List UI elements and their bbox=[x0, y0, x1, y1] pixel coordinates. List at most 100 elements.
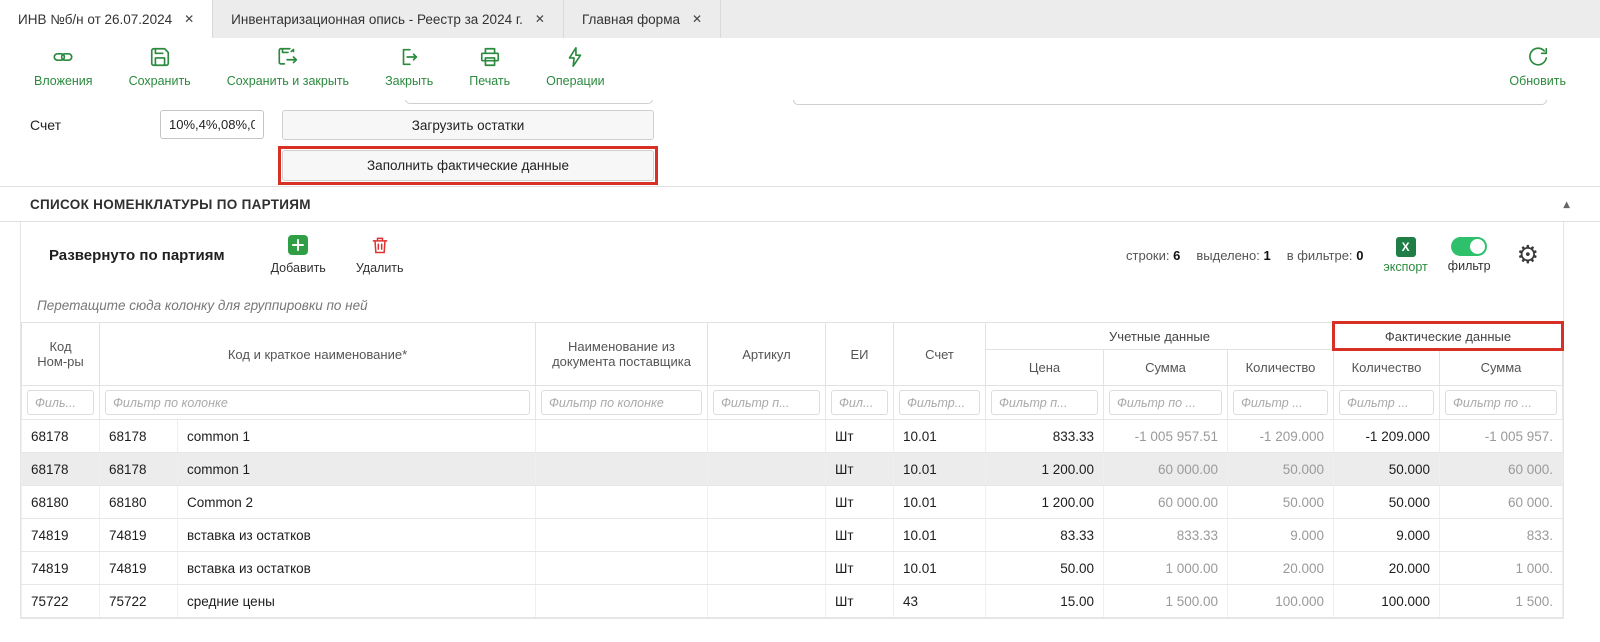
cell-unit[interactable]: Шт bbox=[826, 552, 894, 585]
cell-quantity[interactable]: 9.000 bbox=[1228, 519, 1334, 552]
table-row[interactable]: 68180 68180 Common 2 Шт 10.01 1 200.00 6… bbox=[22, 486, 1563, 519]
cell-sum[interactable]: 833.33 bbox=[1104, 519, 1228, 552]
cell-sum[interactable]: 1 500.00 bbox=[1104, 585, 1228, 618]
load-balances-button[interactable]: Загрузить остатки bbox=[282, 110, 654, 140]
cell-actual-sum[interactable]: 1 500. bbox=[1440, 585, 1563, 618]
attachments-button[interactable]: Вложения bbox=[34, 46, 93, 88]
account-input[interactable] bbox=[160, 110, 264, 139]
cell-actual-sum[interactable]: 60 000. bbox=[1440, 453, 1563, 486]
tab-main-form[interactable]: Главная форма ✕ bbox=[564, 0, 721, 38]
cell-price[interactable]: 15.00 bbox=[986, 585, 1104, 618]
cell-name[interactable]: средние цены bbox=[178, 585, 536, 618]
cell-code2[interactable]: 68180 bbox=[100, 486, 178, 519]
cell-unit[interactable]: Шт bbox=[826, 519, 894, 552]
filter-input-article[interactable] bbox=[713, 390, 820, 415]
cell-sum[interactable]: -1 005 957.51 bbox=[1104, 420, 1228, 453]
cell-actual-quantity[interactable]: 50.000 bbox=[1334, 486, 1440, 519]
filter-input-sum[interactable] bbox=[1109, 390, 1222, 415]
cell-account[interactable]: 10.01 bbox=[894, 486, 986, 519]
cell-article[interactable] bbox=[708, 519, 826, 552]
table-row[interactable]: 68178 68178 common 1 Шт 10.01 833.33 -1 … bbox=[22, 420, 1563, 453]
cell-code[interactable]: 68178 bbox=[22, 453, 100, 486]
filter-input-unit[interactable] bbox=[831, 390, 888, 415]
save-button[interactable]: Сохранить bbox=[129, 46, 191, 88]
col-header-unit[interactable]: ЕИ bbox=[826, 323, 894, 386]
cell-supplier-name[interactable] bbox=[536, 585, 708, 618]
cell-actual-quantity[interactable]: -1 209.000 bbox=[1334, 420, 1440, 453]
cell-price[interactable]: 833.33 bbox=[986, 420, 1104, 453]
table-row[interactable]: 75722 75722 средние цены Шт 43 15.00 1 5… bbox=[22, 585, 1563, 618]
operations-button[interactable]: Операции bbox=[546, 46, 604, 88]
cell-name[interactable]: common 1 bbox=[178, 420, 536, 453]
cell-article[interactable] bbox=[708, 453, 826, 486]
cell-article[interactable] bbox=[708, 486, 826, 519]
group-by-drop-zone[interactable]: Перетащите сюда колонку для группировки … bbox=[21, 288, 1563, 322]
cell-supplier-name[interactable] bbox=[536, 420, 708, 453]
cell-supplier-name[interactable] bbox=[536, 486, 708, 519]
cell-supplier-name[interactable] bbox=[536, 552, 708, 585]
cell-name[interactable]: Common 2 bbox=[178, 486, 536, 519]
cell-name[interactable]: common 1 bbox=[178, 453, 536, 486]
cell-actual-sum[interactable]: 60 000. bbox=[1440, 486, 1563, 519]
close-icon[interactable]: ✕ bbox=[535, 12, 545, 26]
cell-account[interactable]: 10.01 bbox=[894, 420, 986, 453]
filter-input-code-and-name[interactable] bbox=[105, 390, 530, 415]
cell-article[interactable] bbox=[708, 552, 826, 585]
cell-actual-sum[interactable]: -1 005 957. bbox=[1440, 420, 1563, 453]
col-header-code[interactable]: Код Ном-ры bbox=[22, 323, 100, 386]
toggle-on-icon[interactable] bbox=[1451, 237, 1487, 256]
cell-unit[interactable]: Шт bbox=[826, 585, 894, 618]
cell-code[interactable]: 68178 bbox=[22, 420, 100, 453]
cell-sum[interactable]: 60 000.00 bbox=[1104, 453, 1228, 486]
cell-unit[interactable]: Шт bbox=[826, 453, 894, 486]
col-header-actual-sum[interactable]: Сумма bbox=[1440, 350, 1563, 386]
cell-quantity[interactable]: -1 209.000 bbox=[1228, 420, 1334, 453]
table-row-selected[interactable]: 68178 68178 common 1 Шт 10.01 1 200.00 6… bbox=[22, 453, 1563, 486]
col-header-sum[interactable]: Сумма bbox=[1104, 350, 1228, 386]
table-row[interactable]: 74819 74819 вставка из остатков Шт 10.01… bbox=[22, 519, 1563, 552]
cell-account[interactable]: 10.01 bbox=[894, 453, 986, 486]
tab-inv-document[interactable]: ИНВ №б/н от 26.07.2024 ✕ bbox=[0, 0, 213, 38]
cell-unit[interactable]: Шт bbox=[826, 420, 894, 453]
filter-input-price[interactable] bbox=[991, 390, 1098, 415]
col-header-account[interactable]: Счет bbox=[894, 323, 986, 386]
filter-input-actual-sum[interactable] bbox=[1445, 390, 1557, 415]
cell-name[interactable]: вставка из остатков bbox=[178, 519, 536, 552]
fill-actual-data-button[interactable]: Заполнить фактические данные bbox=[282, 150, 654, 181]
cell-supplier-name[interactable] bbox=[536, 453, 708, 486]
cell-quantity[interactable]: 50.000 bbox=[1228, 453, 1334, 486]
filter-input-account[interactable] bbox=[899, 390, 980, 415]
cell-actual-sum[interactable]: 833. bbox=[1440, 519, 1563, 552]
col-header-article[interactable]: Артикул bbox=[708, 323, 826, 386]
add-row-button[interactable]: Добавить bbox=[271, 235, 326, 275]
cell-article[interactable] bbox=[708, 420, 826, 453]
cell-price[interactable]: 50.00 bbox=[986, 552, 1104, 585]
tab-inventory-register[interactable]: Инвентаризационная опись - Реестр за 202… bbox=[213, 0, 564, 38]
filter-input-code[interactable] bbox=[27, 390, 94, 415]
cell-actual-quantity[interactable]: 100.000 bbox=[1334, 585, 1440, 618]
cell-code[interactable]: 74819 bbox=[22, 552, 100, 585]
refresh-button[interactable]: Обновить bbox=[1509, 46, 1566, 88]
excel-export-button[interactable]: X экспорт bbox=[1383, 237, 1427, 274]
filter-input-actual-quantity[interactable] bbox=[1339, 390, 1434, 415]
cell-actual-quantity[interactable]: 50.000 bbox=[1334, 453, 1440, 486]
cell-code[interactable]: 75722 bbox=[22, 585, 100, 618]
cell-price[interactable]: 83.33 bbox=[986, 519, 1104, 552]
gear-icon[interactable]: ⚙ bbox=[1517, 243, 1539, 268]
cell-quantity[interactable]: 100.000 bbox=[1228, 585, 1334, 618]
cell-code[interactable]: 74819 bbox=[22, 519, 100, 552]
collapse-chevron-icon[interactable]: ▴ bbox=[1564, 197, 1570, 211]
close-icon[interactable]: ✕ bbox=[184, 12, 194, 26]
cell-price[interactable]: 1 200.00 bbox=[986, 486, 1104, 519]
cell-quantity[interactable]: 50.000 bbox=[1228, 486, 1334, 519]
cell-actual-quantity[interactable]: 20.000 bbox=[1334, 552, 1440, 585]
cell-quantity[interactable]: 20.000 bbox=[1228, 552, 1334, 585]
col-header-actual-quantity[interactable]: Количество bbox=[1334, 350, 1440, 386]
filter-toggle[interactable]: фильтр bbox=[1448, 237, 1491, 273]
print-button[interactable]: Печать bbox=[469, 46, 510, 88]
cell-unit[interactable]: Шт bbox=[826, 486, 894, 519]
cell-name[interactable]: вставка из остатков bbox=[178, 552, 536, 585]
cell-code2[interactable]: 74819 bbox=[100, 519, 178, 552]
cell-sum[interactable]: 60 000.00 bbox=[1104, 486, 1228, 519]
cell-account[interactable]: 10.01 bbox=[894, 552, 986, 585]
